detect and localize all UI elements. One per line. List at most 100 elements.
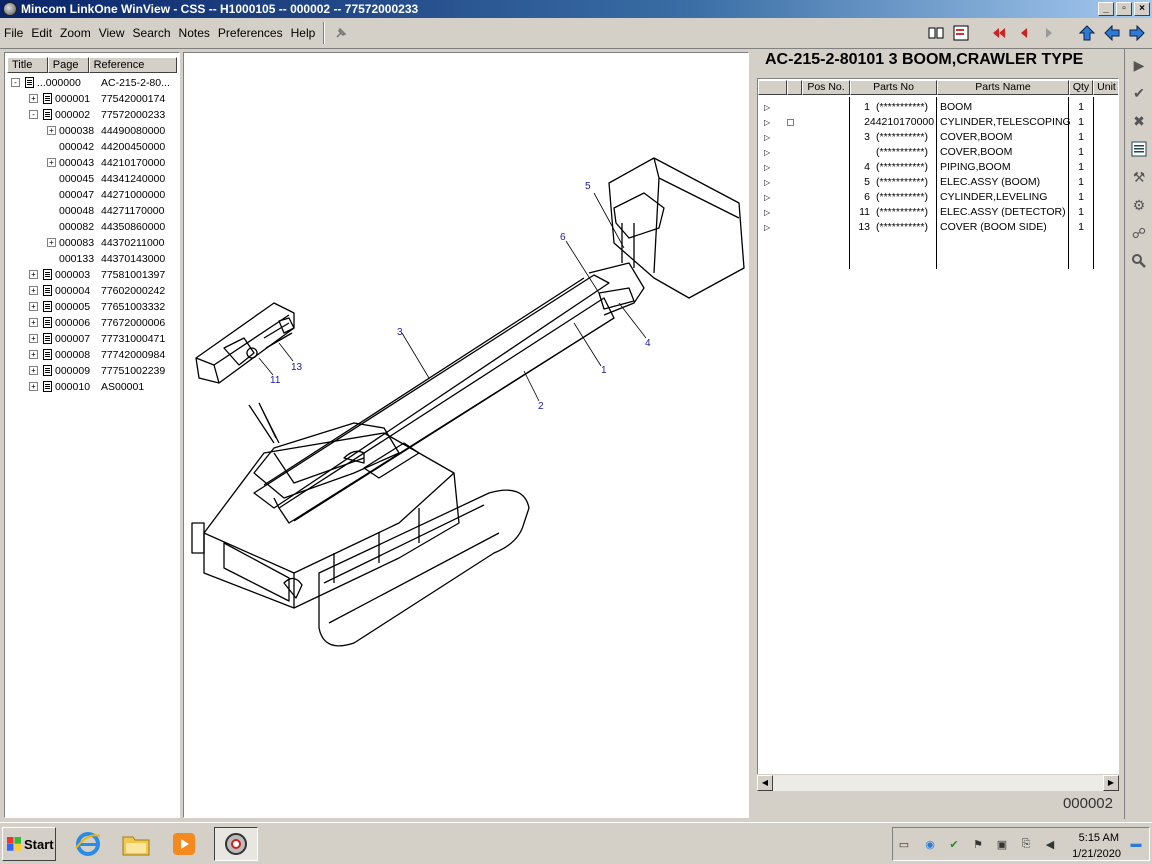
column-parts-name[interactable]: Parts Name: [937, 80, 1069, 95]
expand-icon[interactable]: +: [29, 318, 38, 327]
restore-button[interactable]: ▫: [1116, 2, 1132, 16]
row-expand-icon[interactable]: ▷: [764, 160, 770, 175]
scroll-left-button[interactable]: ◀: [757, 775, 773, 791]
tree-item[interactable]: +000003 77581001397: [5, 267, 179, 283]
tools-icon[interactable]: ⚙: [1127, 193, 1151, 217]
tree-item[interactable]: 000048 44271170000: [5, 203, 179, 219]
minimize-button[interactable]: _: [1098, 2, 1114, 16]
zoom-icon[interactable]: [1127, 249, 1151, 273]
expand-icon[interactable]: +: [29, 286, 38, 295]
expand-icon[interactable]: +: [29, 350, 38, 359]
tree-item[interactable]: +000001 77542000174: [5, 91, 179, 107]
delete-icon[interactable]: ✖: [1127, 109, 1151, 133]
tree-item[interactable]: +000007 77731000471: [5, 331, 179, 347]
expand-icon[interactable]: +: [29, 270, 38, 279]
expand-icon[interactable]: +: [29, 302, 38, 311]
row-expand-icon[interactable]: ▷: [764, 130, 770, 145]
tree-item[interactable]: +000083 44370211000: [5, 235, 179, 251]
row-checkbox[interactable]: [787, 119, 794, 126]
book-icon[interactable]: [925, 22, 947, 44]
callout-2[interactable]: 2: [538, 401, 544, 412]
forward-arrow-icon[interactable]: [1126, 22, 1148, 44]
horizontal-scrollbar[interactable]: ◀ ▶: [757, 774, 1119, 791]
menu-help[interactable]: Help: [287, 26, 320, 40]
column-pos-no[interactable]: Pos No.: [802, 80, 850, 95]
parts-row[interactable]: ▷ 11 (***********) ELEC.ASSY (DETECTOR) 1: [758, 205, 1118, 220]
shield-icon[interactable]: ✔: [947, 838, 961, 852]
start-button[interactable]: Start: [2, 827, 56, 861]
callout-13[interactable]: 13: [291, 362, 303, 373]
callout-5[interactable]: 5: [585, 181, 591, 192]
callout-3[interactable]: 3: [397, 327, 403, 338]
scroll-right-button[interactable]: ▶: [1103, 775, 1119, 791]
tree-item[interactable]: 000045 44341240000: [5, 171, 179, 187]
row-expand-icon[interactable]: ▷: [764, 190, 770, 205]
row-expand-icon[interactable]: ▷: [764, 115, 770, 130]
wrench-icon[interactable]: ⚒: [1127, 165, 1151, 189]
tree-item[interactable]: +000005 77651003332: [5, 299, 179, 315]
tree-item[interactable]: +000006 77672000006: [5, 315, 179, 331]
row-expand-icon[interactable]: ▷: [764, 100, 770, 115]
tree-item[interactable]: 000082 44350860000: [5, 219, 179, 235]
column-qty[interactable]: Qty: [1069, 80, 1093, 95]
first-page-icon[interactable]: [988, 22, 1010, 44]
menu-notes[interactable]: Notes: [175, 26, 214, 40]
column-unit[interactable]: Unit: [1093, 80, 1118, 95]
parts-row[interactable]: ▷ 6 (***********) CYLINDER,LEVELING 1: [758, 190, 1118, 205]
collapse-icon[interactable]: -: [11, 78, 20, 87]
parts-row[interactable]: ▷ 2 44210170000 CYLINDER,TELESCOPING 1: [758, 115, 1118, 130]
column-title[interactable]: Title: [7, 57, 48, 73]
flag-icon[interactable]: ⚑: [971, 838, 985, 852]
parts-row[interactable]: ▷ 4 (***********) PIPING,BOOM 1: [758, 160, 1118, 175]
illustration-panel[interactable]: 5 6 4 1 2 3 11 13: [183, 52, 749, 818]
tree-item[interactable]: +000043 44210170000: [5, 155, 179, 171]
menu-view[interactable]: View: [95, 26, 129, 40]
play-icon[interactable]: ▶: [1127, 53, 1151, 77]
tree-item[interactable]: - 000002 77572000233: [5, 107, 179, 123]
tree-item[interactable]: +000038 44490080000: [5, 123, 179, 139]
row-expand-icon[interactable]: ▷: [764, 145, 770, 160]
volume-icon[interactable]: ◀: [1043, 838, 1057, 852]
tree-item[interactable]: +000009 77751002239: [5, 363, 179, 379]
menu-zoom[interactable]: Zoom: [56, 26, 95, 40]
expand-icon[interactable]: +: [29, 334, 38, 343]
expand-icon[interactable]: +: [47, 126, 56, 135]
binoculars-icon[interactable]: ☍: [1127, 221, 1151, 245]
expand-icon[interactable]: +: [29, 366, 38, 375]
callout-4[interactable]: 4: [645, 338, 651, 349]
collapse-icon[interactable]: -: [29, 110, 38, 119]
pin-icon[interactable]: [331, 23, 351, 43]
next-page-icon[interactable]: [1038, 22, 1060, 44]
keyboard-icon[interactable]: ▭: [897, 838, 911, 852]
callout-11[interactable]: 11: [270, 375, 281, 386]
row-expand-icon[interactable]: ▷: [764, 175, 770, 190]
tree-item[interactable]: 000042 44200450000: [5, 139, 179, 155]
clock-date[interactable]: 1/21/2020: [1072, 848, 1121, 860]
expand-icon[interactable]: +: [47, 158, 56, 167]
network-icon[interactable]: ⎘: [1019, 838, 1033, 852]
column-parts-no[interactable]: Parts No: [850, 80, 937, 95]
monitor-icon[interactable]: ▣: [995, 838, 1009, 852]
parts-row[interactable]: ▷ 1 (***********) BOOM 1: [758, 100, 1118, 115]
parts-row[interactable]: ▷ 5 (***********) ELEC.ASSY (BOOM) 1: [758, 175, 1118, 190]
tree-item[interactable]: - ...000000 AC-215-2-80...: [5, 75, 179, 91]
parts-list-icon[interactable]: [950, 22, 972, 44]
callout-6[interactable]: 6: [560, 232, 566, 243]
menu-search[interactable]: Search: [129, 26, 175, 40]
pane-splitter[interactable]: [750, 52, 754, 818]
row-expand-icon[interactable]: ▷: [764, 220, 770, 235]
tree-item[interactable]: 000133 44370143000: [5, 251, 179, 267]
callout-1[interactable]: 1: [601, 365, 607, 376]
clock-time[interactable]: 5:15 AM: [1079, 832, 1119, 844]
internet-explorer-icon[interactable]: [68, 827, 108, 861]
menu-file[interactable]: File: [0, 26, 27, 40]
linkone-taskbar-button[interactable]: [214, 827, 258, 861]
expand-icon[interactable]: +: [47, 238, 56, 247]
tree-item[interactable]: +000004 77602000242: [5, 283, 179, 299]
previous-page-icon[interactable]: [1013, 22, 1035, 44]
file-explorer-icon[interactable]: [116, 827, 156, 861]
menu-edit[interactable]: Edit: [27, 26, 56, 40]
menu-preferences[interactable]: Preferences: [214, 26, 287, 40]
up-arrow-icon[interactable]: [1076, 22, 1098, 44]
network-globe-icon[interactable]: ◉: [923, 838, 937, 852]
